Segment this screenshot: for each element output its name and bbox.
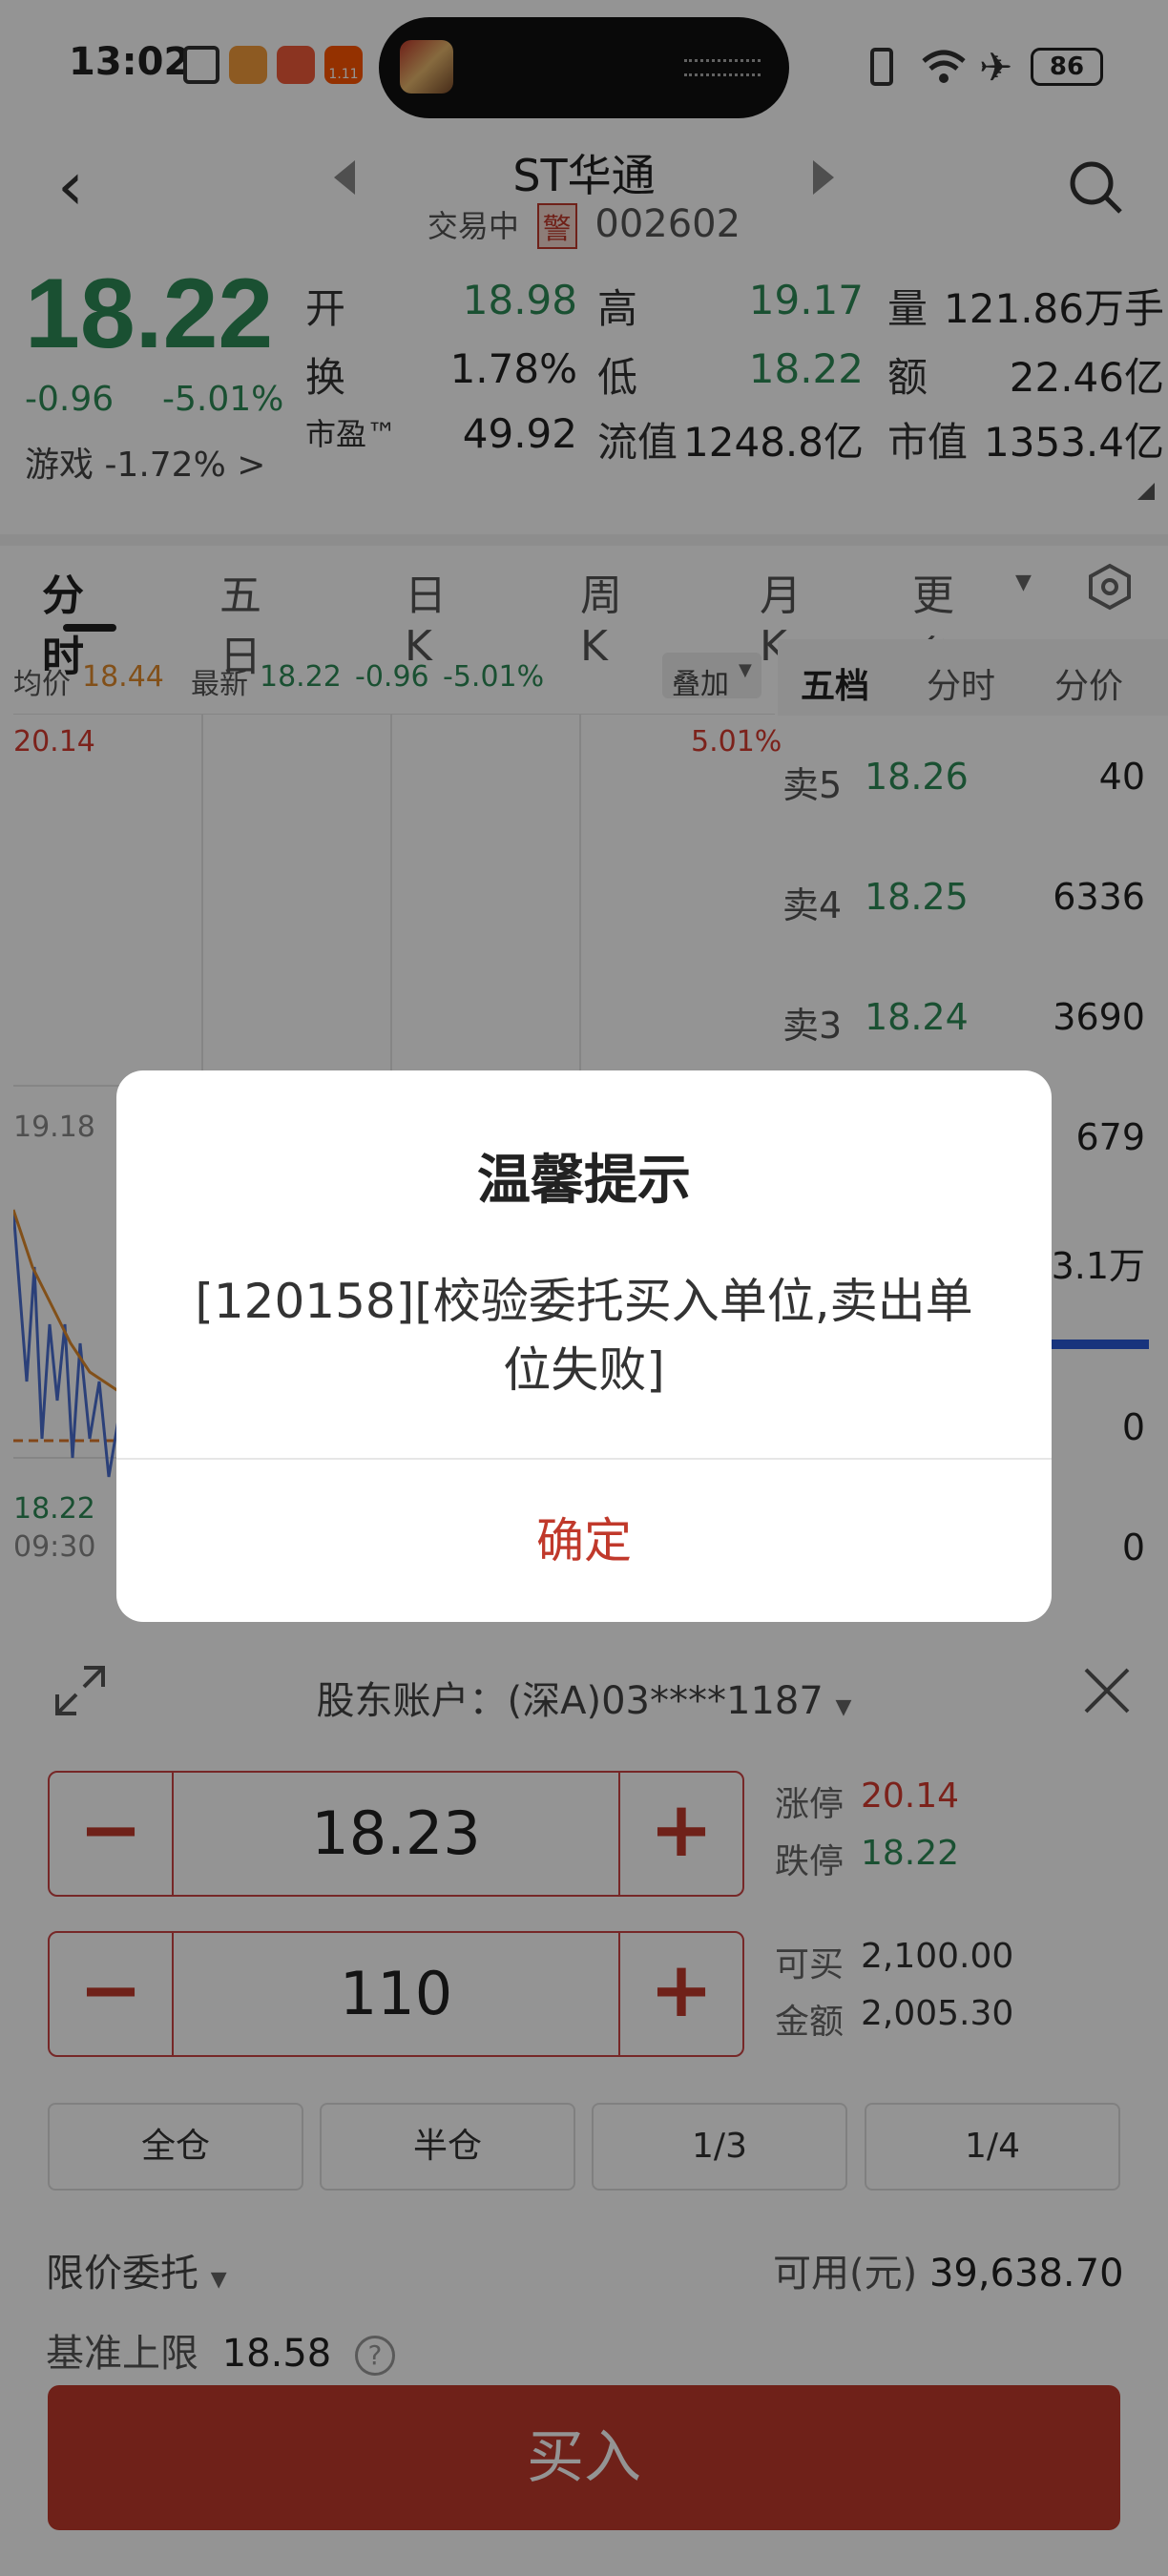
alert-dialog: 温馨提示 [120158][校验委托买入单位,卖出单位失败] 确定 (116, 1070, 1052, 1622)
dialog-title: 温馨提示 (477, 1150, 691, 1212)
confirm-button[interactable]: 确定 (116, 1460, 1052, 1622)
dialog-message: [120158][校验委托买入单位,卖出单位失败] (195, 1274, 973, 1398)
